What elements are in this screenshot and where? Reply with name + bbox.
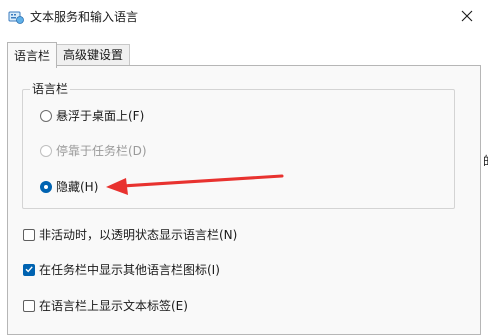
checkbox[interactable] <box>23 264 35 276</box>
radio-float-on-desktop[interactable]: 悬浮于桌面上(F) <box>40 107 144 125</box>
background-window-edge <box>481 34 488 326</box>
checkbox-transparent-when-inactive[interactable]: 非活动时，以透明状态显示语言栏(N) <box>23 226 237 244</box>
title-bar: 文本服务和输入语言 <box>0 0 488 34</box>
radio-label: 隐藏(H) <box>56 180 99 194</box>
background-window-text: 的 <box>483 152 488 169</box>
tab-language-bar[interactable]: 语言栏 <box>7 42 58 68</box>
keyboard-globe-icon <box>8 9 24 25</box>
tab-advanced-key-settings[interactable]: 高级键设置 <box>57 44 131 66</box>
radio-label: 悬浮于桌面上(F) <box>56 109 145 123</box>
window-title: 文本服务和输入语言 <box>30 10 139 24</box>
checkbox[interactable] <box>23 300 35 312</box>
radio-hidden[interactable]: 隐藏(H) <box>40 178 98 196</box>
checkbox[interactable] <box>23 229 35 241</box>
checkbox-label: 非活动时，以透明状态显示语言栏(N) <box>39 228 238 242</box>
checkbox-show-text-labels[interactable]: 在语言栏上显示文本标签(E) <box>23 297 188 315</box>
radio-dock-in-taskbar: 停靠于任务栏(D) <box>40 142 147 160</box>
checkbox-label: 在任务栏中显示其他语言栏图标(I) <box>39 263 220 277</box>
radio-button <box>40 145 52 157</box>
radio-button[interactable] <box>40 110 52 122</box>
close-button[interactable] <box>452 2 482 32</box>
checkmark-icon <box>24 263 34 277</box>
close-icon <box>461 10 473 25</box>
tab-strip: 语言栏 高级键设置 <box>0 34 488 68</box>
radio-label: 停靠于任务栏(D) <box>56 144 147 158</box>
groupbox-legend: 语言栏 <box>30 80 71 98</box>
checkbox-show-additional-icons[interactable]: 在任务栏中显示其他语言栏图标(I) <box>23 261 220 279</box>
checkbox-label: 在语言栏上显示文本标签(E) <box>39 299 188 313</box>
radio-button[interactable] <box>40 181 52 193</box>
